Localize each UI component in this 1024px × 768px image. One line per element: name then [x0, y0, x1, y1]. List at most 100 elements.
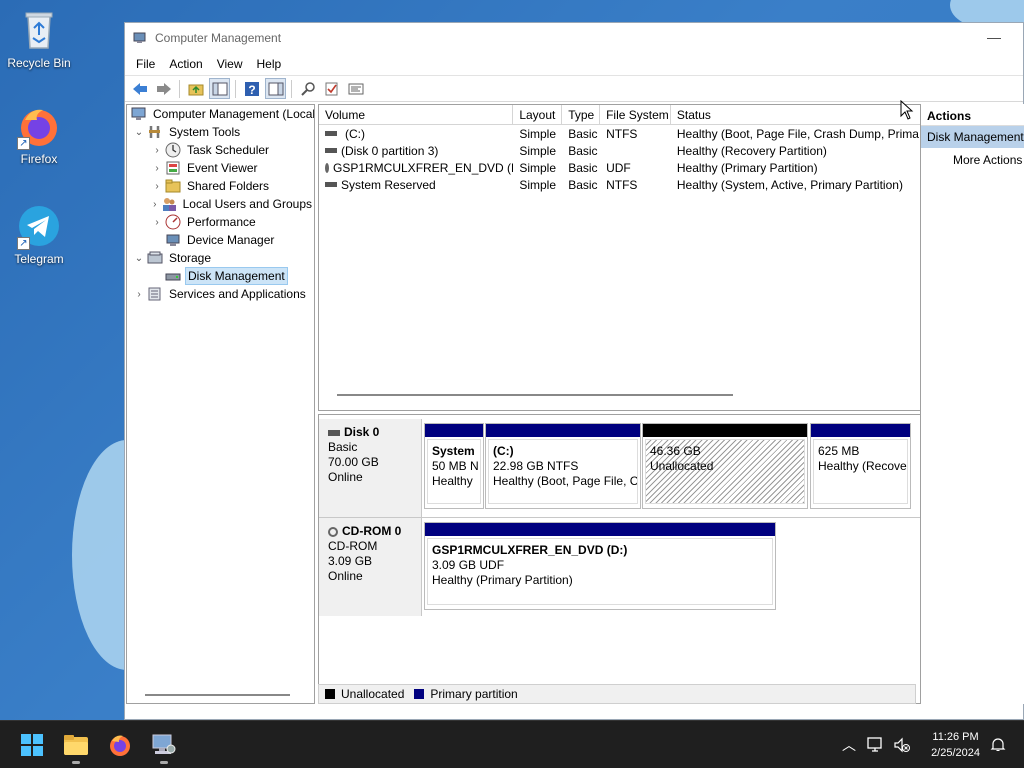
notifications-icon[interactable] [988, 721, 1008, 768]
volume-row[interactable]: System Reserved Simple Basic NTFS Health… [319, 176, 920, 193]
tree-item-label: System Tools [169, 125, 241, 139]
tree-item-system-tools[interactable]: ⌄ System Tools [127, 123, 314, 141]
tree-item-task-scheduler[interactable]: › Task Scheduler [127, 141, 314, 159]
title-bar[interactable]: Computer Management — [125, 23, 1023, 53]
menu-action[interactable]: Action [162, 57, 209, 71]
check-icon[interactable] [321, 78, 342, 99]
taskbar-clock[interactable]: 11:26 PM 2/25/2024 [931, 729, 980, 761]
shortcut-arrow-icon: ↗ [17, 237, 30, 250]
column-header-file-system[interactable]: File System [600, 105, 671, 124]
partition-body: 46.36 GB Unallocated [645, 439, 805, 504]
show-hide-action-pane-icon[interactable] [265, 78, 286, 99]
column-header-layout[interactable]: Layout [513, 105, 563, 124]
volume-row[interactable]: GSP1RMCULXFRER_EN_DVD (D:) Simple Basic … [319, 159, 920, 176]
tree-item-event-viewer[interactable]: › Event Viewer [127, 159, 314, 177]
cd-drive-icon [328, 526, 338, 537]
column-header-volume[interactable]: Volume [319, 105, 514, 124]
clock-icon [165, 142, 181, 158]
disk-name: Disk 0 [328, 425, 421, 440]
forward-arrow-icon[interactable] [153, 78, 174, 99]
tree-item-computer-management[interactable]: Computer Management (Local [127, 105, 314, 123]
users-icon [161, 196, 177, 212]
expand-chevron-icon[interactable]: › [151, 145, 163, 156]
actions-section-disk-management[interactable]: Disk Management [921, 126, 1024, 148]
more-actions-link[interactable]: More Actions [921, 148, 1024, 167]
collapse-chevron-icon[interactable]: ⌄ [133, 253, 145, 264]
partition-recovery[interactable]: 625 MB Healthy (Recove [810, 423, 911, 509]
volume-row[interactable]: (Disk 0 partition 3) Simple Basic Health… [319, 142, 920, 159]
type-cell: Basic [568, 160, 598, 175]
taskbar-firefox[interactable] [104, 729, 136, 761]
clock-time: 11:26 PM [932, 731, 979, 743]
partition-c-drive[interactable]: (C:) 22.98 GB NTFS Healthy (Boot, Page F… [485, 423, 641, 509]
taskbar-computer-management[interactable] [148, 729, 180, 764]
volume-name: (C:) [345, 126, 365, 141]
disk-state: Online [328, 470, 363, 484]
drive-icon [325, 148, 337, 153]
layout-cell: Simple [519, 126, 557, 141]
tree-item-label: Task Scheduler [187, 143, 270, 157]
tree-item-disk-management[interactable]: Disk Management [127, 267, 314, 285]
partition-body: 625 MB Healthy (Recove [813, 439, 908, 504]
partition-unallocated[interactable]: 46.36 GB Unallocated [642, 423, 808, 509]
volume-list-header: Volume Layout Type File System Status [319, 105, 920, 125]
volume-name: GSP1RMCULXFRER_EN_DVD (D:) [333, 160, 514, 175]
desktop-icon-telegram[interactable]: ↗ Telegram [4, 204, 74, 266]
partition-dvd-d-drive[interactable]: GSP1RMCULXFRER_EN_DVD (D:) 3.09 GB UDF H… [424, 522, 776, 610]
computer-management-icon [133, 31, 147, 45]
svg-text:?: ? [248, 83, 255, 97]
properties-icon[interactable] [345, 78, 366, 99]
menu-view[interactable]: View [210, 57, 250, 71]
disk-name: CD-ROM 0 [328, 524, 421, 539]
volume-muted-icon[interactable] [892, 721, 912, 768]
list-horizontal-scrollbar[interactable] [337, 394, 733, 396]
cdrom-0-info[interactable]: CD-ROM 0 CD-ROM 3.09 GB Online [319, 518, 422, 616]
clock-date: 2/25/2024 [931, 747, 980, 759]
disk-size: 70.00 GB [328, 455, 379, 469]
zoom-icon[interactable] [297, 78, 318, 99]
network-icon[interactable] [866, 721, 886, 768]
computer-management-window: Computer Management — File Action View H… [124, 22, 1024, 720]
disk-0-info[interactable]: Disk 0 Basic 70.00 GB Online [319, 419, 422, 517]
partition-system-reserved[interactable]: System 50 MB N Healthy [424, 423, 484, 509]
storage-icon [147, 250, 163, 266]
start-button[interactable] [16, 729, 48, 761]
tree-item-performance[interactable]: › Performance [127, 213, 314, 231]
expand-chevron-icon[interactable]: › [151, 217, 163, 228]
expand-chevron-icon[interactable]: › [151, 181, 163, 192]
column-header-status[interactable]: Status [671, 105, 920, 124]
help-icon[interactable]: ? [241, 78, 262, 99]
legend-swatch-unallocated [325, 689, 335, 699]
menu-help[interactable]: Help [250, 57, 289, 71]
actions-pane: Actions Disk Management More Actions [920, 104, 1024, 704]
tree-item-storage[interactable]: ⌄ Storage [127, 249, 314, 267]
collapse-chevron-icon[interactable]: ⌄ [133, 127, 145, 138]
up-folder-icon[interactable] [185, 78, 206, 99]
show-hide-tree-icon[interactable] [209, 78, 230, 99]
minimize-button[interactable]: — [987, 29, 1001, 45]
disk-size: 3.09 GB [328, 554, 373, 568]
toolbar-separator [291, 79, 292, 98]
actions-title: Actions [921, 104, 1024, 126]
expand-chevron-icon[interactable]: › [151, 163, 163, 174]
desktop-icon-firefox[interactable]: ↗ Firefox [4, 104, 74, 166]
desktop-icon-recycle-bin[interactable]: Recycle Bin [4, 8, 74, 70]
show-hidden-icons-button[interactable]: ︿ [840, 721, 858, 768]
disk-graphical-view: Disk 0 Basic 70.00 GB Online System 50 M… [318, 414, 921, 704]
status-cell: Healthy (Primary Partition) [676, 160, 818, 175]
tree-item-local-users[interactable]: › Local Users and Groups [127, 195, 314, 213]
volume-row[interactable]: (C:) Simple Basic NTFS Healthy (Boot, Pa… [319, 125, 920, 142]
tree-item-services-applications[interactable]: › Services and Applications [127, 285, 314, 303]
volume-cell: (Disk 0 partition 3) [319, 144, 513, 158]
back-arrow-icon[interactable] [129, 78, 150, 99]
column-header-type[interactable]: Type [562, 105, 601, 124]
expand-chevron-icon[interactable]: › [133, 289, 145, 300]
expand-chevron-icon[interactable]: › [151, 199, 159, 210]
tree-item-device-manager[interactable]: Device Manager [127, 231, 314, 249]
tree-horizontal-scrollbar[interactable] [145, 694, 290, 696]
tree-item-shared-folders[interactable]: › Shared Folders [127, 177, 314, 195]
computer-management-icon [131, 106, 147, 122]
taskbar-file-explorer[interactable] [60, 729, 92, 764]
menu-file[interactable]: File [129, 57, 162, 71]
tools-icon [147, 124, 163, 140]
